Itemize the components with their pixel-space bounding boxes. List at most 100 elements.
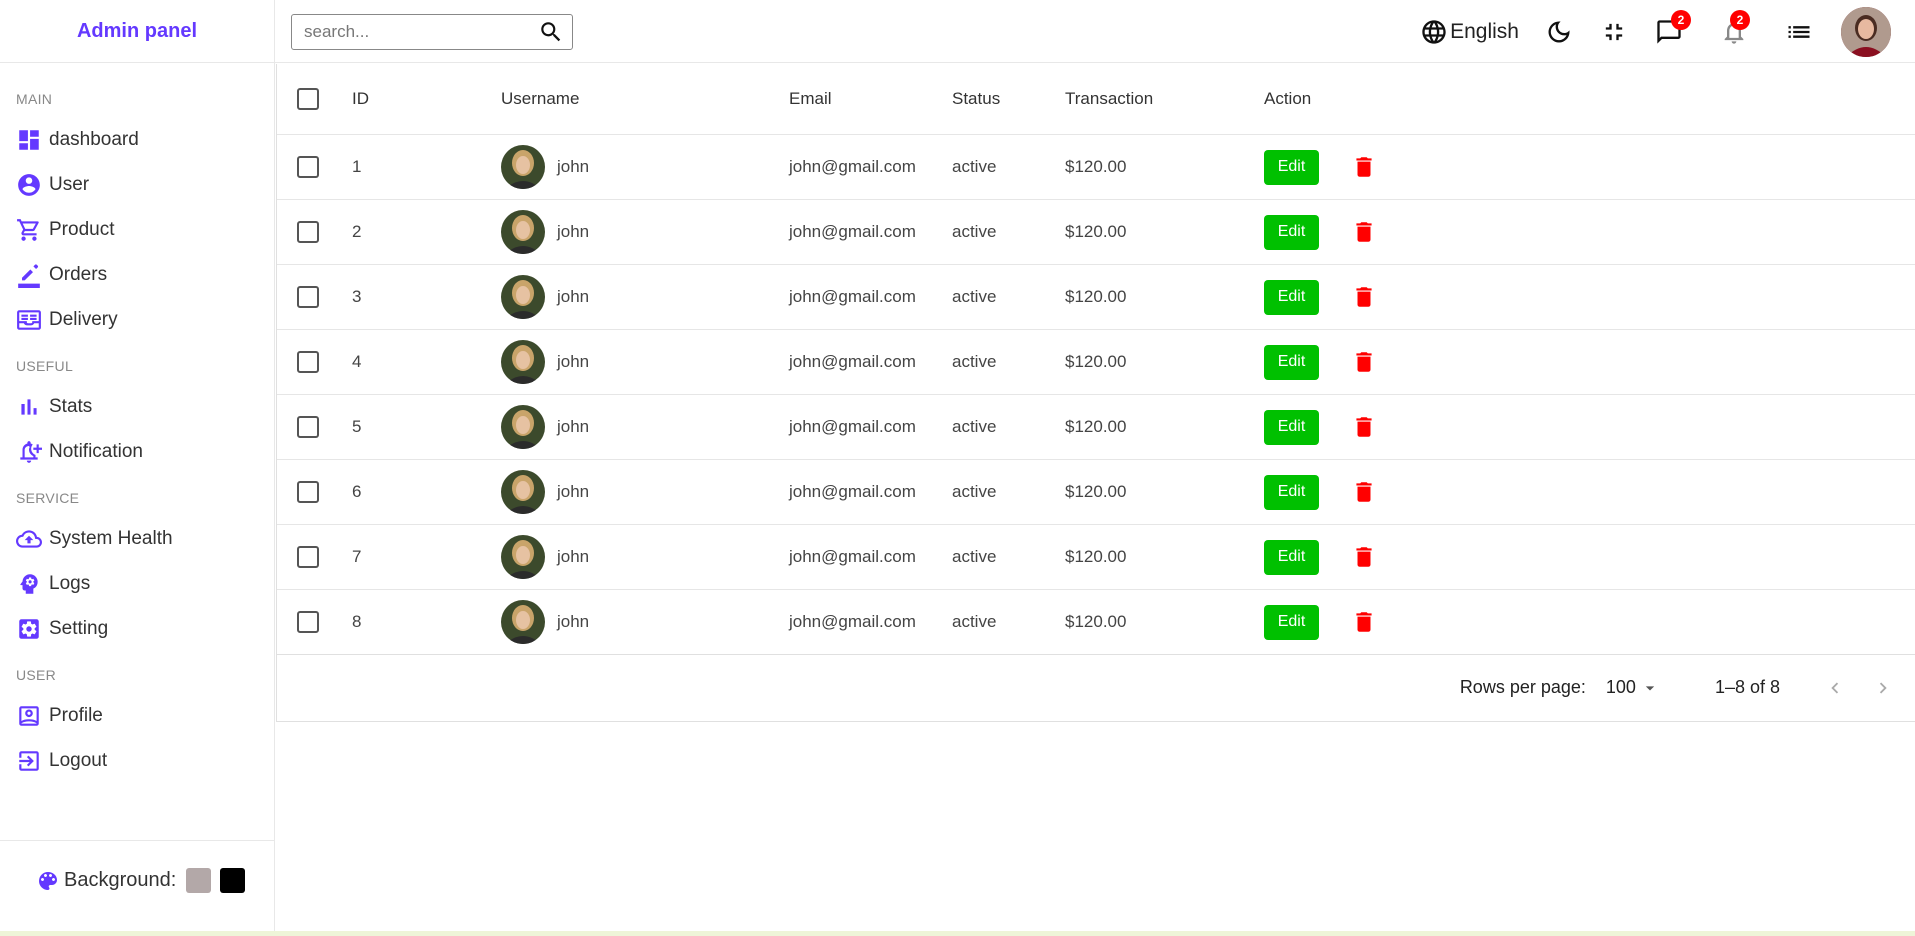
chat-button[interactable]: 2 <box>1655 9 1691 46</box>
table-row[interactable]: 4 john john@gmail.com active $120.00 Edit <box>277 330 1915 395</box>
language-label: English <box>1450 19 1519 43</box>
edit-button[interactable]: Edit <box>1264 149 1319 185</box>
row-checkbox[interactable] <box>297 286 319 308</box>
column-header-action[interactable]: Action <box>1264 89 1311 109</box>
moon-icon <box>1548 21 1570 42</box>
delete-icon[interactable] <box>1351 282 1377 312</box>
sidebar-item-dashboard[interactable]: dashboard <box>0 117 274 162</box>
column-header-transaction[interactable]: Transaction <box>1065 89 1153 109</box>
sidebar-item-logout[interactable]: Logout <box>0 738 274 783</box>
chat-badge: 2 <box>1671 9 1691 30</box>
username-text: john <box>557 157 590 176</box>
user-avatar-thumb <box>501 470 545 514</box>
edit-button[interactable]: Edit <box>1264 604 1319 640</box>
cell-username: john <box>501 275 589 319</box>
cell-action: Edit <box>1264 474 1377 510</box>
search-icon[interactable] <box>538 19 564 45</box>
cell-email: john@gmail.com <box>789 547 916 566</box>
cell-transaction: $120.00 <box>1065 482 1127 501</box>
sidebar-item-delivery[interactable]: Delivery <box>0 297 274 342</box>
sidebar-item-user[interactable]: User <box>0 162 274 207</box>
cell-email: john@gmail.com <box>789 287 916 306</box>
cell-email: john@gmail.com <box>789 417 916 436</box>
row-checkbox[interactable] <box>297 611 319 633</box>
cell-action: Edit <box>1264 214 1377 250</box>
cell-email: john@gmail.com <box>789 157 916 176</box>
delete-icon[interactable] <box>1351 477 1377 507</box>
edit-button[interactable]: Edit <box>1264 344 1319 380</box>
row-checkbox[interactable] <box>297 416 319 438</box>
search-input[interactable] <box>304 22 538 42</box>
sidebar-item-label: Stats <box>49 395 93 417</box>
dark-mode-toggle[interactable] <box>1545 18 1573 46</box>
row-checkbox[interactable] <box>297 546 319 568</box>
table-row[interactable]: 5 john john@gmail.com active $120.00 Edit <box>277 395 1915 460</box>
fullscreen-exit-button[interactable] <box>1600 18 1628 46</box>
user-avatar-thumb <box>501 405 545 449</box>
edit-button[interactable]: Edit <box>1264 474 1319 510</box>
cell-id: 3 <box>352 287 362 306</box>
sidebar-item-label: Setting <box>49 617 109 639</box>
delete-icon[interactable] <box>1351 347 1377 377</box>
delete-icon[interactable] <box>1351 542 1377 572</box>
row-checkbox[interactable] <box>297 481 319 503</box>
delete-icon[interactable] <box>1351 412 1377 442</box>
list-menu-button[interactable] <box>1785 18 1813 46</box>
sidebar-item-setting[interactable]: Setting <box>0 606 274 651</box>
table-body: 1 john john@gmail.com active $120.00 Edit 2 joh… <box>277 135 1915 655</box>
table-row[interactable]: 1 john john@gmail.com active $120.00 Edit <box>277 135 1915 200</box>
sidebar-item-logs[interactable]: Logs <box>0 561 274 606</box>
cell-email: john@gmail.com <box>789 222 916 241</box>
user-avatar[interactable] <box>1841 6 1891 57</box>
column-header-username[interactable]: Username <box>501 89 579 109</box>
navbar-actions: English 2 2 <box>1420 0 1915 63</box>
notifications-button[interactable]: 2 <box>1720 9 1750 46</box>
edit-button[interactable]: Edit <box>1264 409 1319 445</box>
sidebar-item-stats[interactable]: Stats <box>0 384 274 429</box>
cell-action: Edit <box>1264 539 1377 575</box>
column-header-id[interactable]: ID <box>352 89 369 109</box>
select-all-checkbox[interactable] <box>297 88 319 110</box>
delete-icon[interactable] <box>1351 217 1377 247</box>
edit-button[interactable]: Edit <box>1264 214 1319 250</box>
column-header-status[interactable]: Status <box>952 89 1000 109</box>
cell-username: john <box>501 470 589 514</box>
app-logo[interactable]: Admin panel <box>77 20 197 43</box>
sidebar-item-notification[interactable]: Notification <box>0 429 274 474</box>
table-row[interactable]: 8 john john@gmail.com active $120.00 Edit <box>277 590 1915 655</box>
cell-status: active <box>952 547 997 566</box>
row-checkbox[interactable] <box>297 221 319 243</box>
background-label: Background: <box>64 869 177 891</box>
pen-icon <box>16 262 42 288</box>
chevron-right-icon <box>1879 682 1887 693</box>
delete-icon[interactable] <box>1351 607 1377 637</box>
dark-background-swatch[interactable] <box>220 868 246 893</box>
table-row[interactable]: 2 john john@gmail.com active $120.00 Edit <box>277 200 1915 265</box>
delete-icon[interactable] <box>1351 152 1377 182</box>
sidebar-item-label: Profile <box>49 704 103 726</box>
row-checkbox[interactable] <box>297 351 319 373</box>
edit-button[interactable]: Edit <box>1264 539 1319 575</box>
sidebar-item-label: dashboard <box>49 128 139 150</box>
sidebar-item-system-health[interactable]: System Health <box>0 516 274 561</box>
table-row[interactable]: 7 john john@gmail.com active $120.00 Edit <box>277 525 1915 590</box>
sidebar-item-product[interactable]: Product <box>0 207 274 252</box>
bottom-edge <box>0 931 1915 936</box>
row-checkbox[interactable] <box>297 156 319 178</box>
cell-username: john <box>501 145 589 189</box>
sidebar-item-label: Orders <box>49 263 108 285</box>
sidebar-item-orders[interactable]: Orders <box>0 252 274 297</box>
sidebar-item-profile[interactable]: Profile <box>0 693 274 738</box>
column-header-email[interactable]: Email <box>789 89 832 109</box>
language-selector[interactable]: English <box>1420 18 1519 46</box>
rows-per-page-select[interactable]: 100 <box>1606 677 1660 698</box>
table-row[interactable]: 6 john john@gmail.com active $120.00 Edit <box>277 460 1915 525</box>
cell-email: john@gmail.com <box>789 352 916 371</box>
table-row[interactable]: 3 john john@gmail.com active $120.00 Edit <box>277 265 1915 330</box>
light-background-swatch[interactable] <box>186 868 212 893</box>
user-avatar-thumb <box>501 535 545 579</box>
next-page-button[interactable] <box>1868 673 1898 703</box>
previous-page-button[interactable] <box>1820 673 1850 703</box>
edit-button[interactable]: Edit <box>1264 279 1319 315</box>
sidebar: Admin panel MAIN dashboard User Product … <box>0 0 275 931</box>
